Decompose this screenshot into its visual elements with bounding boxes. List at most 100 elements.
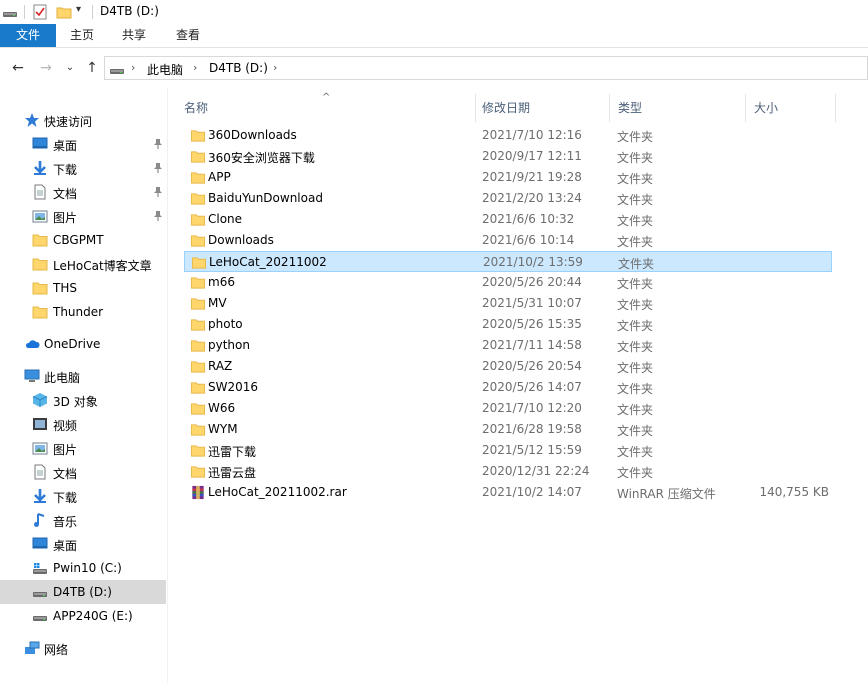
column-header-name[interactable]: ^ 名称 [176,92,476,122]
sort-ascending-icon: ^ [322,92,331,103]
sidebar-item-pc-2[interactable]: 图片 [0,436,166,460]
sidebar-item-pc-0[interactable]: 3D 对象 [0,388,166,412]
sidebar-item-label: D4TB (D:) [53,585,112,599]
sidebar-item-label: Thunder [53,305,104,319]
file-name: SW2016 [208,380,259,394]
table-row[interactable]: LeHoCat_20211002.rar 2021/10/2 14:07 Win… [184,482,832,503]
table-row[interactable]: W66 2021/7/10 12:20 文件夹 [184,398,832,419]
properties-icon[interactable] [32,4,48,20]
folder-icon [190,277,206,289]
file-type: 文件夹 [617,424,654,438]
recent-locations-chevron-icon[interactable]: ⌄ [62,60,78,76]
folder-icon [191,257,207,269]
breadcrumb-this-pc[interactable]: 此电脑 [147,61,183,78]
file-type: 文件夹 [617,319,654,333]
sidebar-item-label: 音乐 [53,515,78,529]
sidebar-item-pc-6[interactable]: 桌面 [0,532,166,556]
sidebar-item-pc-4[interactable]: 下载 [0,484,166,508]
file-date: 2021/6/6 10:32 [482,212,575,226]
tab-home[interactable]: 主页 [56,24,108,47]
tab-share[interactable]: 共享 [108,24,160,47]
video-icon [33,418,47,430]
table-row[interactable]: WYM 2021/6/28 19:58 文件夹 [184,419,832,440]
tab-file[interactable]: 文件 [0,24,56,47]
table-row[interactable]: Clone 2021/6/6 10:32 文件夹 [184,209,832,230]
column-header-size[interactable]: 大小 [746,94,836,122]
folder-icon [32,258,48,271]
table-row[interactable]: BaiduYunDownload 2021/2/20 13:24 文件夹 [184,188,832,209]
table-row[interactable]: APP 2021/9/21 19:28 文件夹 [184,167,832,188]
file-list: ^ 名称 修改日期 类型 大小 360Downloads 2021/7/10 1… [176,88,868,683]
table-row[interactable]: 迅雷云盘 2020/12/31 22:24 文件夹 [184,461,832,482]
sidebar-item-network[interactable]: 网络 [0,636,166,660]
file-type: 文件夹 [617,445,654,459]
sidebar-item-pc-9[interactable]: APP240G (E:) [0,604,166,628]
sidebar-item-pc-7[interactable]: Pwin10 (C:) [0,556,166,580]
sidebar-item-quick-2[interactable]: 文档 [0,180,166,204]
file-date: 2021/9/21 19:28 [482,170,582,184]
sidebar-item-pc-3[interactable]: 文档 [0,460,166,484]
table-row[interactable]: MV 2021/5/31 10:07 文件夹 [184,293,832,314]
sidebar-item-label: 下载 [53,163,78,177]
table-row[interactable]: SW2016 2020/5/26 14:07 文件夹 [184,377,832,398]
sidebar-item-quick-3[interactable]: 图片 [0,204,166,228]
chevron-right-icon[interactable]: › [273,61,277,74]
sidebar-item-label: LeHoCat博客文章 [53,259,152,273]
sidebar-item-label: 文档 [53,187,78,201]
table-row[interactable]: python 2021/7/11 14:58 文件夹 [184,335,832,356]
sidebar-item-quick-1[interactable]: 下载 [0,156,166,180]
back-arrow-icon[interactable]: ← [10,60,26,76]
sidebar-item-quick-0[interactable]: 桌面 [0,132,166,156]
sidebar-item-pc-5[interactable]: 音乐 [0,508,166,532]
sidebar-item-pc-1[interactable]: 视频 [0,412,166,436]
column-header-type[interactable]: 类型 [610,94,746,122]
table-row[interactable]: RAZ 2020/5/26 20:54 文件夹 [184,356,832,377]
sidebar-item-pc-8[interactable]: D4TB (D:) [0,580,166,604]
file-type: 文件夹 [617,361,654,375]
table-row[interactable]: photo 2020/5/26 15:35 文件夹 [184,314,832,335]
table-row[interactable]: LeHoCat_20211002 2021/10/2 13:59 文件夹 [184,251,832,272]
sidebar-item-quick-access[interactable]: 快速访问 [0,108,166,132]
sidebar-item-onedrive[interactable]: OneDrive [0,332,166,356]
file-date: 2021/7/10 12:20 [482,401,582,415]
table-row[interactable]: m66 2020/5/26 20:44 文件夹 [184,272,832,293]
quick-access-toolbar-dropdown[interactable]: ▾ [76,4,81,20]
file-name: python [208,338,250,352]
table-row[interactable]: Downloads 2021/6/6 10:14 文件夹 [184,230,832,251]
pin-icon[interactable] [152,186,164,198]
address-bar[interactable]: › 此电脑 › D4TB (D:) › [104,56,868,80]
pin-icon[interactable] [152,162,164,174]
sidebar-item-quick-4[interactable]: CBGPMT [0,228,166,252]
ribbon-tabs: 文件 主页 共享 查看 [0,24,868,48]
new-folder-icon[interactable] [56,4,72,20]
sidebar-item-label: APP240G (E:) [53,609,133,623]
file-name: 迅雷云盘 [208,466,257,480]
pin-icon[interactable] [152,210,164,222]
sidebar-item-quick-7[interactable]: Thunder [0,300,166,324]
chevron-right-icon[interactable]: › [131,61,135,74]
file-type: 文件夹 [617,235,654,249]
table-row[interactable]: 360Downloads 2021/7/10 12:16 文件夹 [184,125,832,146]
file-date: 2020/5/26 20:44 [482,275,582,289]
folder-icon [190,214,206,226]
column-header-date[interactable]: 修改日期 [474,94,610,122]
table-row[interactable]: 迅雷下载 2021/5/12 15:59 文件夹 [184,440,832,461]
up-arrow-icon[interactable]: ↑ [84,60,100,76]
breadcrumb-drive[interactable]: D4TB (D:) [209,61,268,75]
file-type: 文件夹 [617,151,654,165]
file-type: WinRAR 压缩文件 [617,487,716,501]
sidebar-item-label: 文档 [53,467,78,481]
sidebar-item-label: 此电脑 [44,371,81,385]
file-date: 2020/5/26 15:35 [482,317,582,331]
sidebar-item-quick-5[interactable]: LeHoCat博客文章 [0,252,166,276]
tab-view[interactable]: 查看 [160,24,216,47]
drive-icon[interactable] [2,4,18,20]
file-name: RAZ [208,359,233,373]
sidebar-item-quick-6[interactable]: THS [0,276,166,300]
forward-arrow-icon[interactable]: → [38,60,54,76]
table-row[interactable]: 360安全浏览器下载 2020/9/17 12:11 文件夹 [184,146,832,167]
music-icon [34,513,45,527]
chevron-right-icon[interactable]: › [193,61,197,74]
sidebar-item-this-pc[interactable]: 此电脑 [0,364,166,388]
pin-icon[interactable] [152,138,164,150]
